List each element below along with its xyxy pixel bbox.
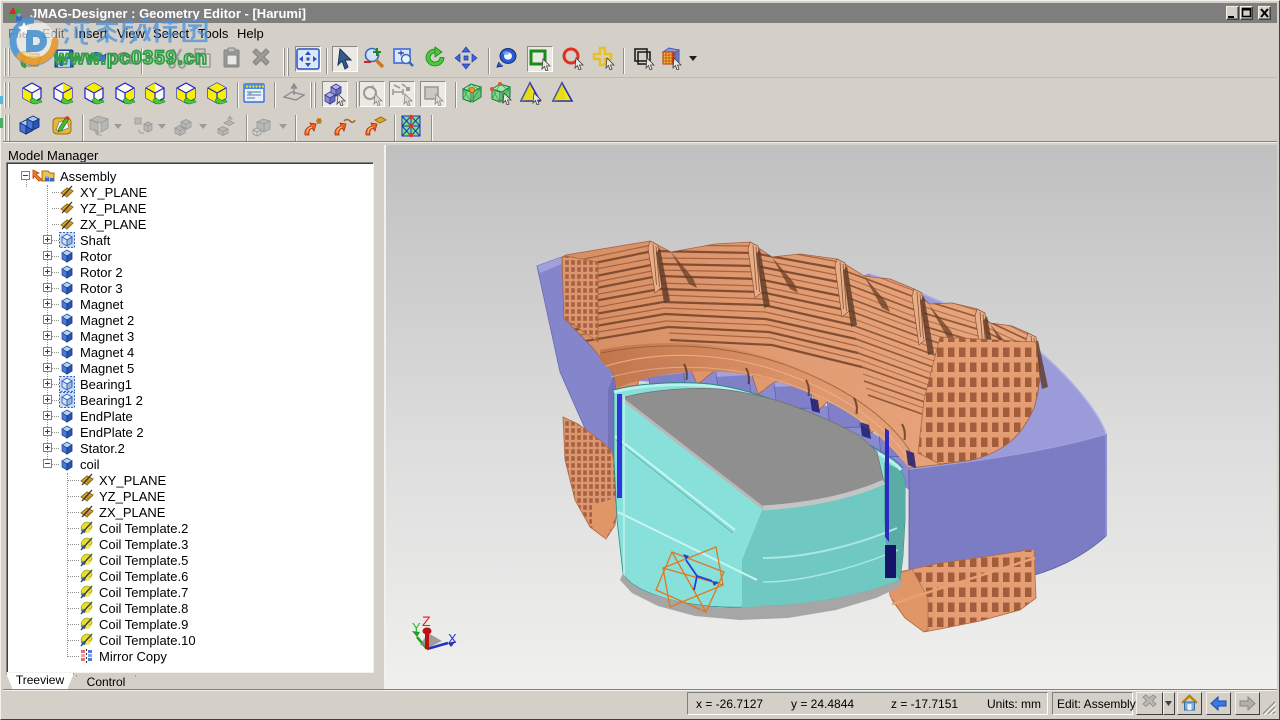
svg-text:Z: Z (422, 613, 431, 629)
svg-text:X: X (448, 631, 457, 646)
svg-text:Y: Y (412, 620, 421, 635)
